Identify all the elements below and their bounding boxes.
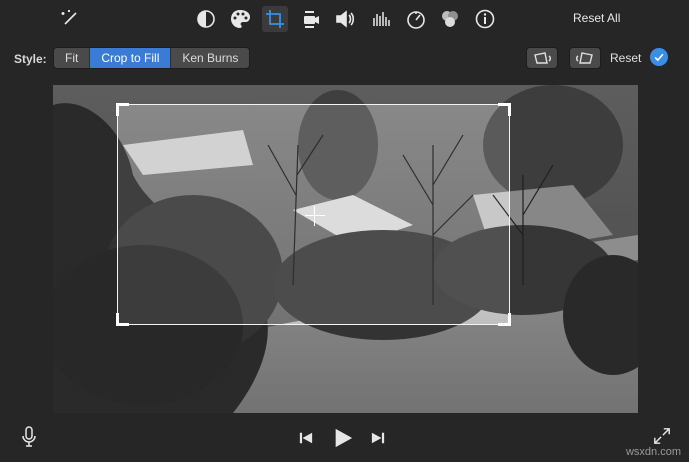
speed-icon[interactable] [403,6,429,32]
apply-button[interactable] [650,48,668,66]
crop-handle-bottom-left[interactable] [116,313,129,326]
camera-stabilization-icon[interactable] [298,6,324,32]
checkmark-icon [654,53,664,62]
adjustments-toolbar: Reset All [0,0,689,38]
watermark: wsxdn.com [625,446,681,458]
style-label: Style: [14,52,47,66]
play-icon[interactable] [331,426,355,450]
info-icon[interactable] [472,6,498,32]
skip-back-icon[interactable] [297,430,315,446]
microphone-icon[interactable] [21,426,37,448]
reset-button[interactable]: Reset [610,51,641,65]
playback-bar: wsxdn.com [0,420,689,462]
equalizer-icon[interactable] [368,6,394,32]
crop-to-fill-button[interactable]: Crop to Fill [90,48,172,68]
video-viewer[interactable] [53,85,638,413]
skip-forward-icon[interactable] [369,430,387,446]
fit-button[interactable]: Fit [54,48,91,68]
reset-all-button[interactable]: Reset All [573,11,620,25]
color-balance-icon[interactable] [193,6,219,32]
volume-icon[interactable] [332,6,358,32]
fullscreen-icon[interactable] [652,426,672,446]
crop-handle-top-right[interactable] [498,103,511,116]
magic-wand-icon[interactable] [57,6,83,32]
crop-style-row: Style: Fit Crop to Fill Ken Burns Reset [0,46,689,72]
crop-center-crosshair[interactable] [305,206,325,226]
rotate-right-icon [576,52,593,64]
ken-burns-button[interactable]: Ken Burns [171,48,250,68]
rotate-right-button[interactable] [569,47,601,69]
color-palette-icon[interactable] [227,6,253,32]
crop-handle-top-left[interactable] [116,103,129,116]
noise-reduction-icon[interactable] [437,6,463,32]
crop-handle-bottom-right[interactable] [498,313,511,326]
crop-style-segmented-control: Fit Crop to Fill Ken Burns [53,47,251,69]
rotate-left-button[interactable] [526,47,558,69]
rotate-left-icon [534,52,551,64]
crop-icon[interactable] [262,6,288,32]
crop-rectangle[interactable] [116,103,511,326]
